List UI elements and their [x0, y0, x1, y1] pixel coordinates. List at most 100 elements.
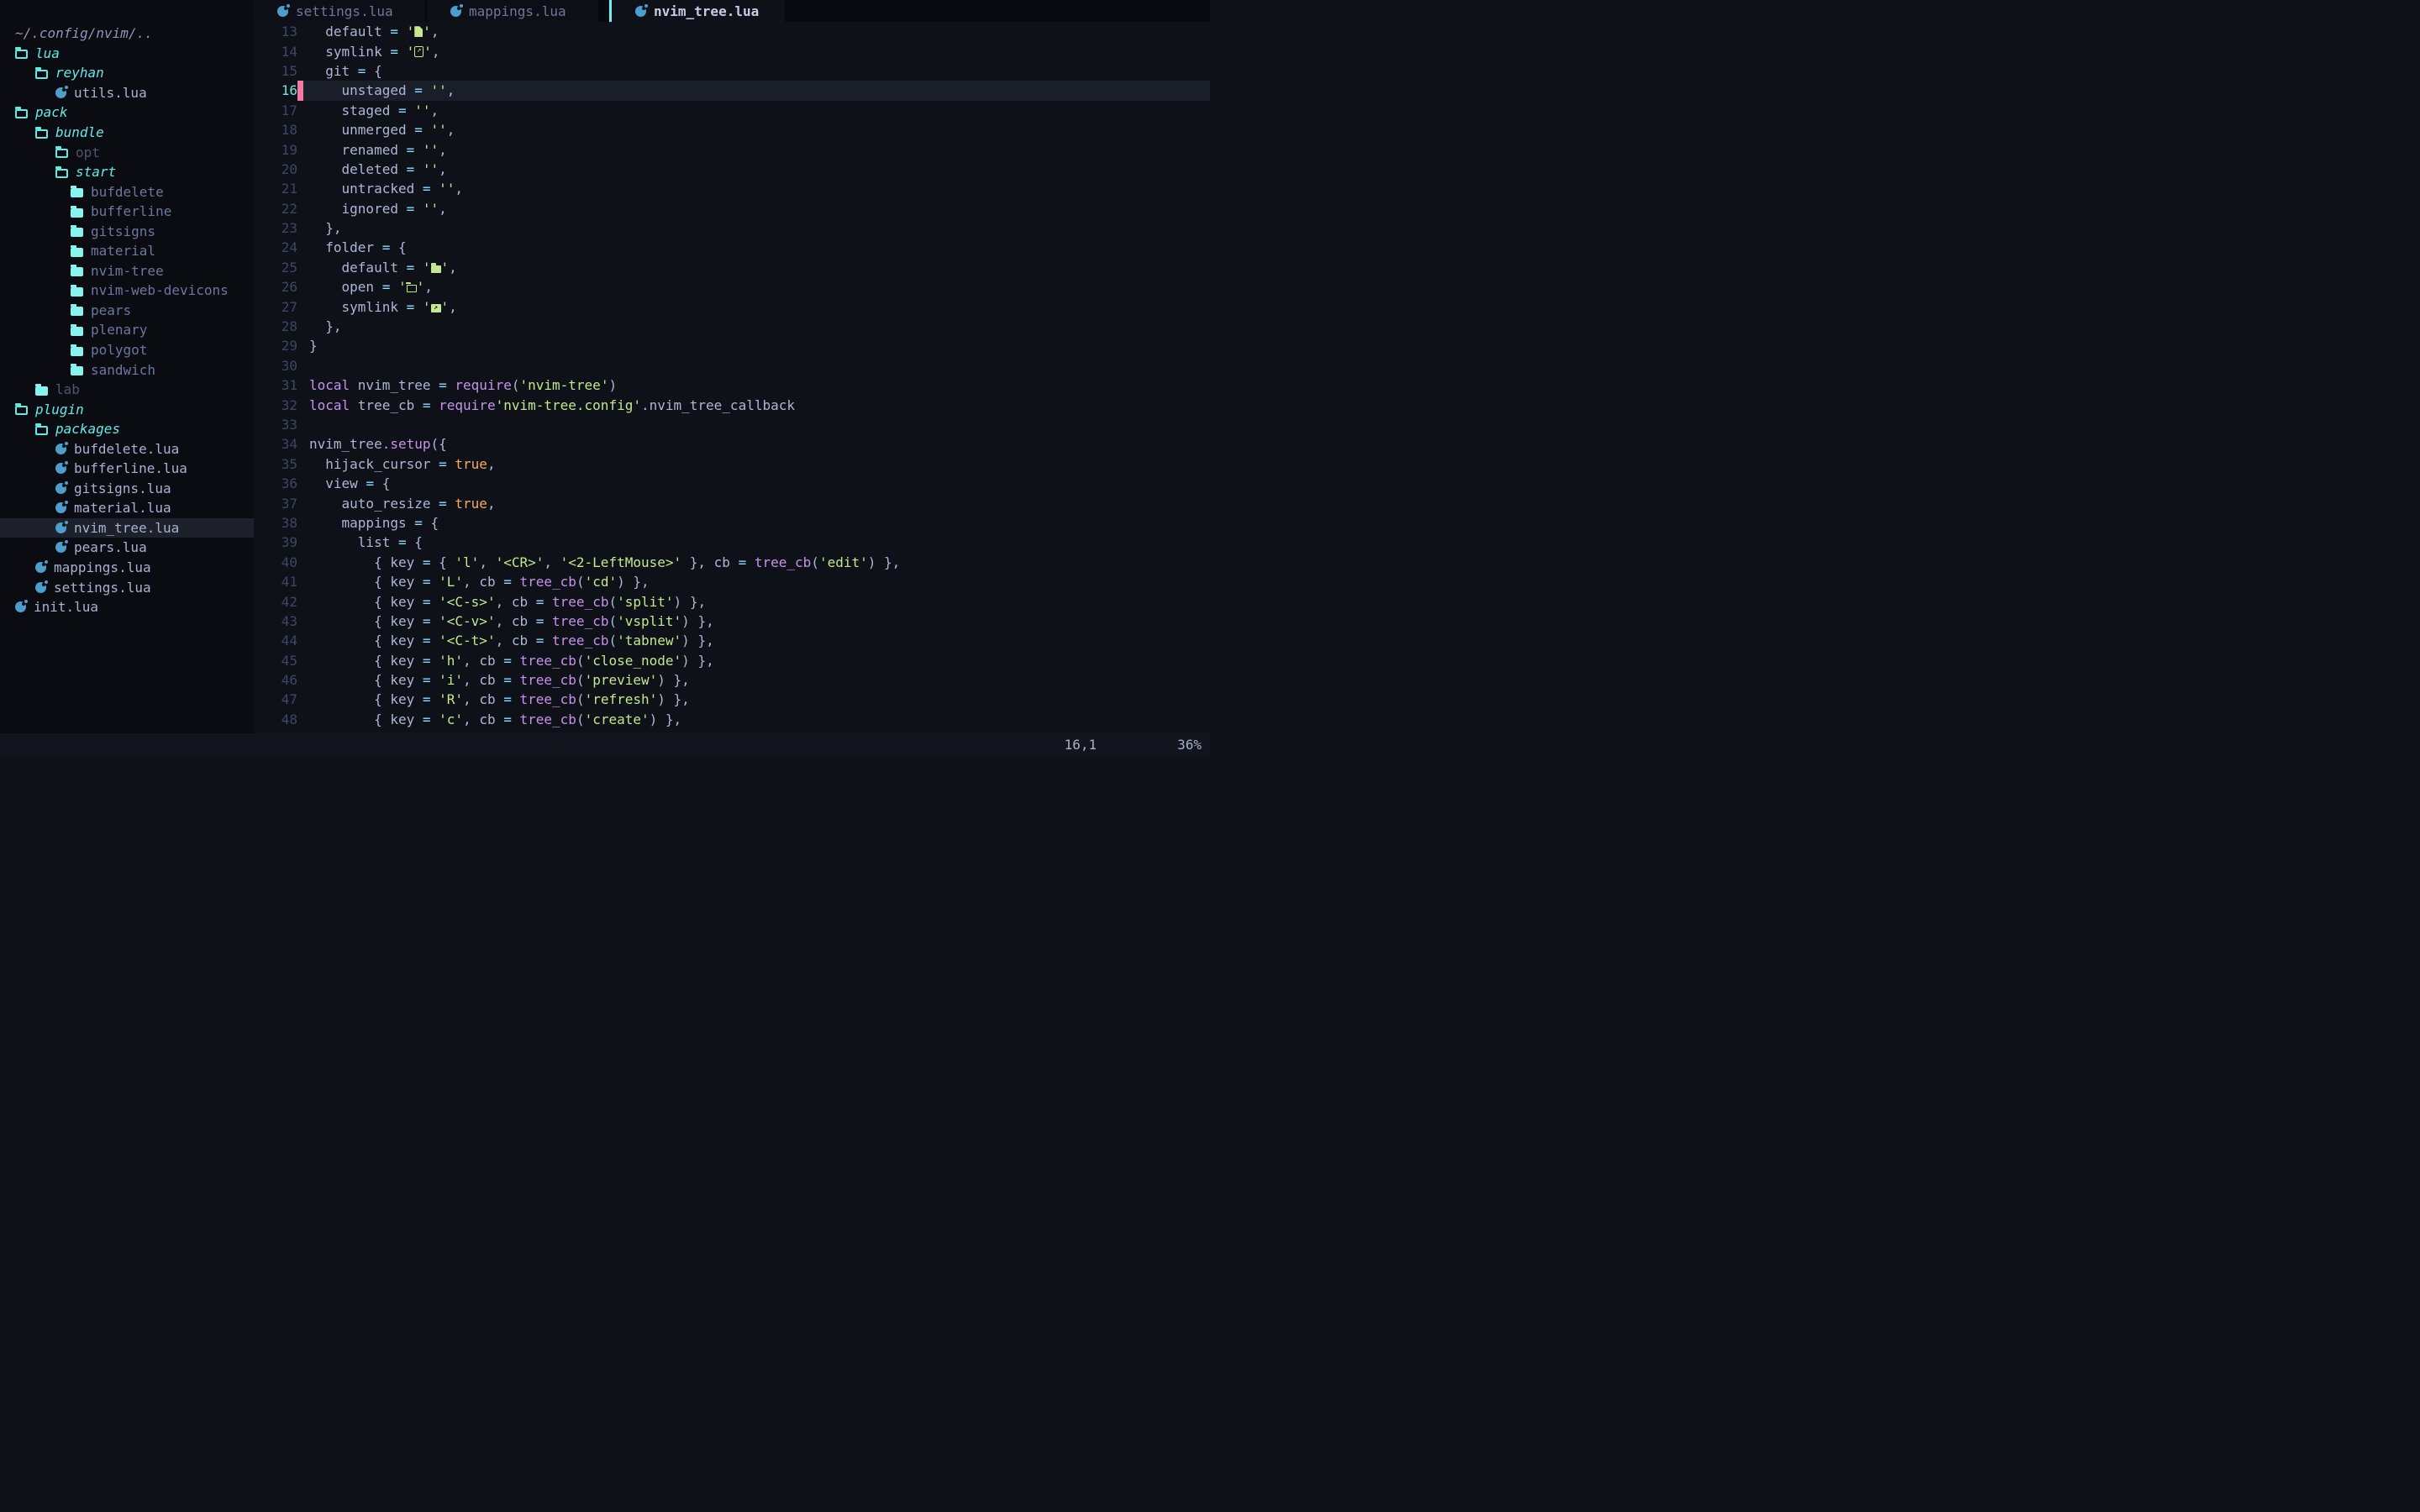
tree-item-lab[interactable]: lab	[0, 380, 254, 400]
tree-item-opt[interactable]: opt	[0, 142, 254, 162]
code-line-41[interactable]: 41 { key = 'L', cb = tree_cb('cd') },	[254, 572, 1210, 591]
code-line-body: { key = '<C-v>', cb = tree_cb('vsplit') …	[297, 612, 1210, 631]
tree-item-pears[interactable]: pears	[0, 301, 254, 321]
tree-item-label: packages	[55, 421, 120, 437]
tab-settings.lua[interactable]: settings.lua	[254, 0, 427, 22]
sign-column	[297, 81, 308, 100]
tree-item-plenary[interactable]: plenary	[0, 320, 254, 340]
tab-label: settings.lua	[296, 3, 393, 19]
tree-item-polygot[interactable]: polygot	[0, 340, 254, 360]
code-line-46[interactable]: 46 { key = 'i', cb = tree_cb('preview') …	[254, 670, 1210, 690]
code-line-24[interactable]: 24 folder = {	[254, 238, 1210, 257]
sign-column	[297, 297, 308, 316]
code-line-37[interactable]: 37 auto_resize = true,	[254, 493, 1210, 512]
tree-item-nvim-web-devicons[interactable]: nvim-web-devicons	[0, 281, 254, 301]
tree-item-packages[interactable]: packages	[0, 419, 254, 439]
code-line-22[interactable]: 22 ignored = '',	[254, 199, 1210, 218]
line-number: 24	[254, 239, 297, 255]
tree-item-material[interactable]: material	[0, 241, 254, 261]
code-line-39[interactable]: 39 list = {	[254, 533, 1210, 552]
tree-item-utils.lua[interactable]: utils.lua	[0, 83, 254, 103]
tree-item-bufferline[interactable]: bufferline	[0, 202, 254, 222]
code-line-14[interactable]: 14 symlink = '',	[254, 41, 1210, 60]
code-line-29[interactable]: 29}	[254, 336, 1210, 355]
line-number: 31	[254, 377, 297, 393]
tree-item-bufdelete[interactable]: bufdelete	[0, 181, 254, 202]
code-line-23[interactable]: 23 },	[254, 218, 1210, 238]
code-line-body: auto_resize = true,	[297, 493, 1210, 512]
tree-item-label: polygot	[91, 342, 147, 358]
line-number: 14	[254, 44, 297, 60]
tree-item-bufdelete.lua[interactable]: bufdelete.lua	[0, 438, 254, 459]
code-line-27[interactable]: 27 symlink = '',	[254, 297, 1210, 316]
code-text: renamed = '',	[308, 142, 447, 158]
line-number: 28	[254, 318, 297, 334]
tree-item-material.lua[interactable]: material.lua	[0, 498, 254, 518]
code-line-28[interactable]: 28 },	[254, 317, 1210, 336]
tree-item-start[interactable]: start	[0, 162, 254, 182]
sign-column	[297, 533, 308, 552]
sign-column	[297, 336, 308, 355]
tree-item-label: settings.lua	[54, 580, 151, 596]
code-line-36[interactable]: 36 view = {	[254, 474, 1210, 493]
code-line-34[interactable]: 34nvim_tree.setup({	[254, 434, 1210, 454]
open-folder-icon	[15, 50, 28, 59]
code-line-18[interactable]: 18 unmerged = '',	[254, 120, 1210, 139]
code-line-21[interactable]: 21 untracked = '',	[254, 179, 1210, 198]
tree-item-reyhan[interactable]: reyhan	[0, 63, 254, 83]
code-line-25[interactable]: 25 default = '',	[254, 258, 1210, 277]
code-line-16[interactable]: 16 unstaged = '',	[254, 81, 1210, 100]
code-line-38[interactable]: 38 mappings = {	[254, 513, 1210, 533]
code-text: git = {	[308, 63, 382, 79]
code-line-42[interactable]: 42 { key = '<C-s>', cb = tree_cb('split'…	[254, 591, 1210, 611]
tree-item-label: pears.lua	[74, 539, 147, 555]
tree-item-pack[interactable]: pack	[0, 102, 254, 123]
tree-item-lua[interactable]: lua	[0, 44, 254, 64]
code-line-47[interactable]: 47 { key = 'R', cb = tree_cb('refresh') …	[254, 690, 1210, 709]
tree-item-nvim_tree.lua[interactable]: nvim_tree.lua	[0, 518, 254, 538]
tab-mappings.lua[interactable]: mappings.lua	[427, 0, 600, 22]
tree-item-bufferline.lua[interactable]: bufferline.lua	[0, 459, 254, 479]
code-line-20[interactable]: 20 deleted = '',	[254, 160, 1210, 179]
tree-item-gitsigns.lua[interactable]: gitsigns.lua	[0, 479, 254, 499]
closed-folder-icon	[71, 208, 83, 218]
tree-root-path[interactable]: ~/.config/nvim/..	[0, 24, 254, 44]
code-line-48[interactable]: 48 { key = 'c', cb = tree_cb('create') }…	[254, 710, 1210, 729]
tab-nvim_tree.lua[interactable]: nvim_tree.lua	[612, 0, 785, 22]
line-number: 17	[254, 102, 297, 118]
code-line-45[interactable]: 45 { key = 'h', cb = tree_cb('close_node…	[254, 651, 1210, 670]
sign-column	[297, 651, 308, 670]
code-line-32[interactable]: 32local tree_cb = require'nvim-tree.conf…	[254, 395, 1210, 414]
tree-item-label: plenary	[91, 322, 147, 338]
code-line-30[interactable]: 30	[254, 356, 1210, 375]
code-line-15[interactable]: 15 git = {	[254, 61, 1210, 81]
tree-item-pears.lua[interactable]: pears.lua	[0, 538, 254, 558]
tree-item-nvim-tree[interactable]: nvim-tree	[0, 261, 254, 281]
code-line-33[interactable]: 33	[254, 415, 1210, 434]
code-line-19[interactable]: 19 renamed = '',	[254, 139, 1210, 159]
tree-item-plugin[interactable]: plugin	[0, 399, 254, 419]
code-line-40[interactable]: 40 { key = { 'l', '<CR>', '<2-LeftMouse>…	[254, 553, 1210, 572]
code-buffer[interactable]: 13 default = '',14 symlink = '',15 git =…	[254, 22, 1210, 733]
lua-file-icon	[635, 6, 646, 17]
sign-column	[297, 612, 308, 631]
tree-item-mappings.lua[interactable]: mappings.lua	[0, 558, 254, 578]
code-line-31[interactable]: 31local nvim_tree = require('nvim-tree')	[254, 375, 1210, 395]
sign-column	[297, 139, 308, 159]
tree-item-sandwich[interactable]: sandwich	[0, 360, 254, 380]
tree-item-gitsigns[interactable]: gitsigns	[0, 221, 254, 241]
code-line-13[interactable]: 13 default = '',	[254, 22, 1210, 41]
code-text: ignored = '',	[308, 201, 447, 217]
code-line-17[interactable]: 17 staged = '',	[254, 101, 1210, 120]
sign-column	[297, 375, 308, 395]
code-text: default = '',	[308, 260, 457, 276]
tree-item-settings.lua[interactable]: settings.lua	[0, 577, 254, 597]
code-line-44[interactable]: 44 { key = '<C-t>', cb = tree_cb('tabnew…	[254, 631, 1210, 650]
code-line-43[interactable]: 43 { key = '<C-v>', cb = tree_cb('vsplit…	[254, 612, 1210, 631]
code-line-26[interactable]: 26 open = '',	[254, 277, 1210, 297]
code-text: open = '',	[308, 279, 433, 295]
tree-item-bundle[interactable]: bundle	[0, 123, 254, 143]
tree-item-init.lua[interactable]: init.lua	[0, 597, 254, 617]
code-line-body: },	[297, 218, 1210, 238]
code-line-35[interactable]: 35 hijack_cursor = true,	[254, 454, 1210, 474]
